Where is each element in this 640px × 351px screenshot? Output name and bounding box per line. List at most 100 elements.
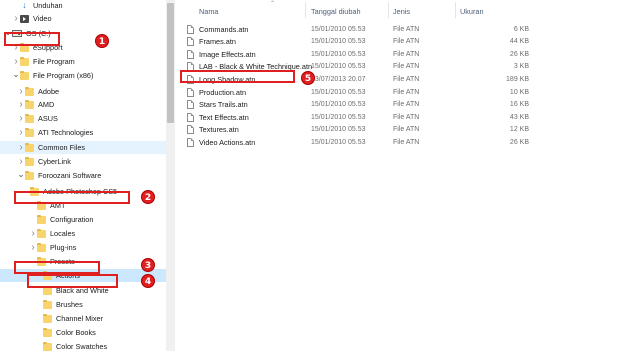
file-row[interactable]: Image Effects.atn 15/01/2010 05.53 File AT… [180,48,540,60]
tree-item-configuration[interactable]: Configuration [0,213,166,226]
file-date: 15/01/2010 05.53 [311,88,366,96]
tree-item-label: Unduhan [33,1,63,10]
tree-item-brushes[interactable]: Brushes [0,298,166,311]
file-row[interactable]: Text Effects.atn 15/01/2010 05.53 File ATN… [180,111,540,123]
tree-item-channel-mixer[interactable]: Channel Mixer [0,312,166,325]
chevron-right-icon[interactable] [29,227,37,240]
video-icon [20,14,29,23]
tree-item-label: ASUS [38,114,58,123]
annotation-badge-3: 3 [141,258,155,272]
file-date: 13/07/2013 20.07 [311,76,366,84]
file-name: Stars Trails.atn [199,100,248,110]
chevron-right-icon[interactable] [17,155,25,168]
chevron-right-icon[interactable] [17,98,25,111]
tree-item-label: Channel Mixer [56,314,104,323]
scrollbar-thumb[interactable] [167,3,174,123]
folder-icon [43,327,52,337]
file-size: 189 KB [506,76,529,84]
column-divider[interactable] [305,2,306,18]
tree-item-file-program[interactable]: File Program [0,55,166,68]
file-row[interactable]: Video Actions.atn 15/01/2010 05.53 File AT… [180,136,540,148]
column-divider[interactable] [455,2,456,18]
chevron-right-icon[interactable] [12,55,20,68]
chevron-right-icon[interactable] [17,112,25,125]
annotation-badge-2: 2 [141,190,155,204]
file-name: Textures.atn [199,125,239,135]
tree-item-unduhan[interactable]: ↓ Unduhan [0,0,166,12]
column-header-size[interactable]: Ukuran [460,0,530,22]
tree-item-asus[interactable]: ASUS [0,112,166,125]
annotation-badge-5: 5 [301,71,315,85]
tree-item-color-swatches[interactable]: Color Swatches [0,340,166,351]
folder-icon [37,228,46,238]
column-header-name[interactable]: Nama [199,0,309,22]
file-row[interactable]: Frames.atn 15/01/2010 05.53 File ATN 44 KB [180,36,540,48]
tree-item-plug-ins[interactable]: Plug-ins [0,241,166,254]
folder-icon [43,341,52,351]
tree-item-foroozani-software[interactable]: Foroozani Software [0,169,166,182]
tree-item-locales[interactable]: Locales [0,227,166,240]
chevron-down-icon[interactable] [17,169,25,182]
chevron-right-icon[interactable] [29,241,37,254]
navigation-pane: ↓UnduhanVideoOS (C:)eSupportFile Program… [0,0,166,351]
file-row[interactable]: Stars Trails.atn 15/01/2010 05.53 File ATN… [180,99,540,111]
chevron-right-icon[interactable] [17,141,25,154]
folder-icon [25,156,34,166]
file-type: File ATN [393,101,420,109]
column-header-date[interactable]: Tanggal diubah [311,0,391,22]
column-header-type-label: Jenis [393,6,411,16]
file-size: 6 KB [513,25,529,33]
tree-item-file-program-x86[interactable]: File Program (x86) [0,69,166,82]
tree-item-color-books[interactable]: Color Books [0,326,166,339]
tree-item-label: Common Files [38,143,86,152]
file-size: 26 KB [509,139,529,147]
tree-item-cyberlink[interactable]: CyberLink [0,155,166,168]
file-type: File ATN [393,88,420,96]
chevron-right-icon[interactable] [17,126,25,139]
column-header-type[interactable]: Jenis [393,0,453,22]
file-icon [187,24,194,34]
folder-icon [25,86,34,96]
tree-item-label: Brushes [56,300,83,309]
tree-item-common-files[interactable]: Common Files [0,141,166,154]
folder-icon [43,299,52,309]
tree-item-label: Color Books [56,328,96,337]
file-date: 15/01/2010 05.53 [311,38,366,46]
file-size: 16 KB [509,101,529,109]
file-type: File ATN [393,63,420,71]
file-name: Video Actions.atn [199,138,256,148]
file-row[interactable]: Commands.atn 15/01/2010 05.53 File ATN 6 KB [180,23,540,35]
file-size: 26 KB [509,50,529,58]
tree-item-video[interactable]: Video [0,12,166,25]
column-header-date-label: Tanggal diubah [311,6,361,16]
chevron-right-icon[interactable] [12,12,20,25]
download-icon: ↓ [22,0,27,10]
file-name: Image Effects.atn [199,49,256,59]
tree-item-label: Adobe [38,87,60,96]
tree-item-label: Video [33,14,52,23]
folder-icon [37,242,46,252]
annotation-badge-1: 1 [95,34,109,48]
file-icon [187,125,194,135]
file-name: Commands.atn [199,24,249,34]
annotation-box-presets-folder [14,261,100,274]
chevron-right-icon[interactable] [17,85,25,98]
folder-icon [25,113,34,123]
tree-item-adobe[interactable]: Adobe [0,85,166,98]
file-date: 15/01/2010 05.53 [311,101,366,109]
navigation-scrollbar[interactable] [166,0,175,351]
file-row[interactable]: Textures.atn 15/01/2010 05.53 File ATN 12 K… [180,124,540,136]
annotation-box-photoshop-folder [14,191,130,204]
tree-item-amd[interactable]: AMD [0,98,166,111]
file-date: 15/01/2010 05.53 [311,139,366,147]
file-row[interactable]: Production.atn 15/01/2010 05.53 File ATN 10… [180,86,540,98]
chevron-down-icon[interactable] [12,69,20,82]
tree-item-ati-technologies[interactable]: ATI Technologies [0,126,166,139]
file-type: File ATN [393,50,420,58]
column-divider[interactable] [388,2,389,18]
